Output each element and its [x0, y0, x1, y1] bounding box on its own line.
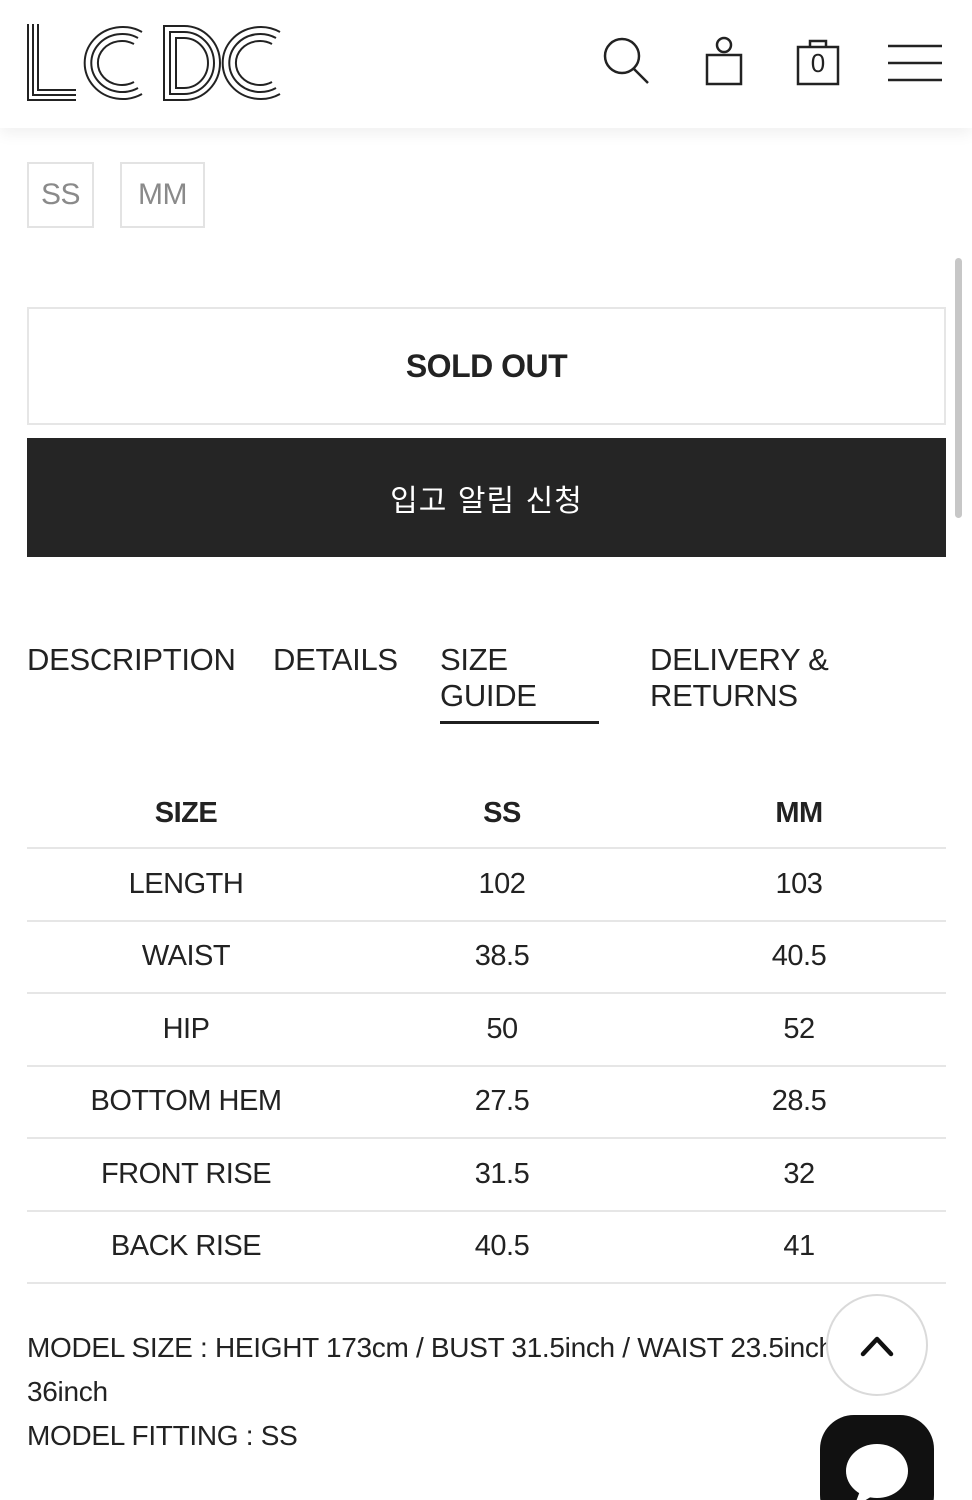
active-tab-indicator: [440, 721, 599, 724]
model-fitting-line: MODEL FITTING : SS: [27, 1420, 298, 1451]
size-guide-table: SIZE SS MM LENGTH 102 103 WAIST 38.5 40.…: [27, 780, 946, 1284]
tab-size-guide-line1: SIZE: [440, 642, 508, 677]
tab-size-guide-line2: GUIDE: [440, 678, 537, 713]
size-option-mm[interactable]: MM: [120, 162, 205, 228]
row-value-ss: 102: [478, 867, 526, 900]
menu-icon[interactable]: [886, 34, 946, 90]
row-value-mm: 103: [775, 867, 823, 900]
table-row: BACK RISE 40.5 41: [27, 1212, 946, 1284]
header-mm: MM: [775, 797, 823, 829]
model-size-line-continued: 36inch: [27, 1376, 108, 1407]
row-value-mm: 41: [783, 1230, 815, 1263]
row-value-ss: 31.5: [474, 1157, 530, 1190]
row-value-mm: 32: [783, 1157, 815, 1190]
header-ss: SS: [483, 797, 521, 829]
row-value-mm: 28.5: [771, 1085, 827, 1118]
size-option-ss[interactable]: SS: [27, 162, 94, 228]
row-value-ss: 40.5: [474, 1230, 530, 1263]
account-icon[interactable]: [696, 34, 752, 90]
tab-description[interactable]: DESCRIPTION: [27, 642, 236, 678]
sold-out-button[interactable]: SOLD OUT: [27, 307, 946, 425]
chevron-up-icon: [860, 1336, 894, 1357]
cart-count: 0: [810, 48, 826, 78]
tab-size-guide[interactable]: SIZE GUIDE: [440, 642, 598, 714]
row-label: BACK RISE: [110, 1230, 262, 1263]
tab-delivery-line1: DELIVERY &: [650, 642, 829, 677]
row-value-mm: 40.5: [771, 940, 827, 973]
scroll-to-top-button[interactable]: [826, 1294, 928, 1396]
chat-bubble-icon: [846, 1444, 908, 1500]
table-row: BOTTOM HEM 27.5 28.5: [27, 1067, 946, 1139]
row-label: WAIST: [141, 940, 231, 973]
search-icon[interactable]: [598, 34, 654, 90]
model-info: MODEL SIZE : HEIGHT 173cm / BUST 31.5inc…: [27, 1326, 827, 1458]
row-label: FRONT RISE: [100, 1157, 272, 1190]
model-size-line: MODEL SIZE : HEIGHT 173cm / BUST 31.5inc…: [27, 1332, 827, 1363]
table-row: HIP 50 52: [27, 994, 946, 1067]
row-label: HIP: [162, 1012, 210, 1045]
scrollbar[interactable]: [955, 258, 962, 518]
restock-notify-button[interactable]: 입고 알림 신청: [27, 438, 946, 557]
table-row: FRONT RISE 31.5 32: [27, 1139, 946, 1212]
tab-delivery-line2: RETURNS: [650, 678, 798, 713]
row-value-ss: 38.5: [474, 940, 530, 973]
lcdc-logo[interactable]: [24, 22, 286, 104]
chat-button[interactable]: [820, 1415, 934, 1500]
site-header: 0: [0, 0, 972, 128]
table-row: WAIST 38.5 40.5: [27, 922, 946, 994]
row-value-ss: 27.5: [474, 1085, 530, 1118]
row-value-ss: 50: [486, 1012, 518, 1045]
tab-details[interactable]: DETAILS: [273, 642, 398, 678]
row-label: LENGTH: [128, 867, 244, 900]
header-size: SIZE: [154, 797, 218, 829]
table-row: LENGTH 102 103: [27, 849, 946, 922]
row-label: BOTTOM HEM: [90, 1085, 282, 1118]
table-header-row: SIZE SS MM: [27, 780, 946, 849]
row-value-mm: 52: [783, 1012, 815, 1045]
tab-delivery-returns[interactable]: DELIVERY & RETURNS: [650, 642, 880, 714]
cart-button[interactable]: 0: [790, 34, 846, 90]
